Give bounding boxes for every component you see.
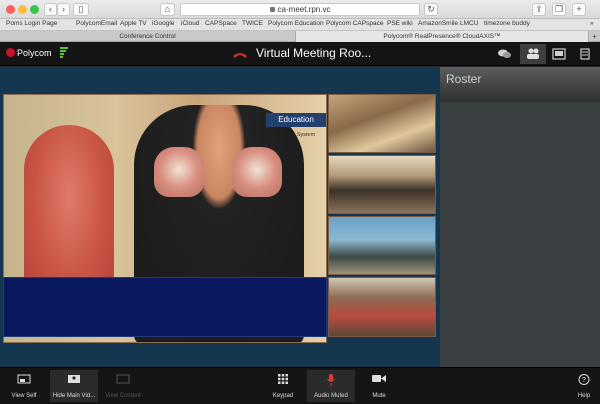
brain-model <box>154 147 204 197</box>
bookmark-item[interactable]: TWICE <box>242 20 263 27</box>
layout-icon[interactable] <box>546 44 572 64</box>
chevron-right-icon: › <box>62 4 65 14</box>
close-window-button[interactable] <box>6 5 15 14</box>
polycom-logo: Polycom <box>6 48 52 58</box>
bookmark-item[interactable]: Poms Login Page <box>6 20 57 27</box>
reload-button[interactable]: ↻ <box>424 3 438 16</box>
view-content-button[interactable]: View Content <box>100 370 146 402</box>
chevron-left-icon: ‹ <box>49 4 52 14</box>
logo-text: Polycom <box>17 48 52 58</box>
roster-header: Roster <box>440 67 600 102</box>
url-text: ca-meet.rpn.vc <box>277 5 331 14</box>
forward-button[interactable]: › <box>57 3 70 16</box>
bookmark-item[interactable]: timezone buddy <box>484 20 530 27</box>
bookmark-item[interactable]: Apple TV <box>120 20 147 27</box>
bookmark-item[interactable]: PSE wiki <box>387 20 413 27</box>
tab-cloudaxis[interactable]: Polycom® RealPresence® CloudAXIS™ <box>296 31 588 42</box>
main-video-icon <box>68 375 80 383</box>
polycom-logo-icon <box>6 48 15 57</box>
roster-icon[interactable] <box>520 44 546 64</box>
help-button[interactable]: ? Help <box>570 370 598 402</box>
new-tab-button[interactable]: + <box>572 3 586 16</box>
settings-icon[interactable] <box>572 44 598 64</box>
microphone-muted-icon <box>327 374 335 386</box>
participant-video[interactable] <box>328 216 436 275</box>
audio-muted-button[interactable]: Audio Muted <box>307 370 355 402</box>
home-button[interactable]: ⌂ <box>160 3 175 16</box>
keypad-label: Keypad <box>272 393 294 399</box>
camera-icon <box>372 375 386 382</box>
bookmark-item[interactable]: Polycom Education <box>268 20 324 27</box>
tabs-overview-button[interactable]: ❐ <box>552 3 566 16</box>
plus-icon: + <box>592 32 597 41</box>
plus-icon: + <box>576 4 582 14</box>
roster-panel: Roster <box>440 67 600 367</box>
mute-label: Mute <box>372 393 386 399</box>
brain-model <box>232 147 282 197</box>
roster-title: Roster <box>446 72 482 86</box>
address-bar[interactable]: ca-meet.rpn.vc <box>180 3 420 16</box>
sidebar-button[interactable]: ▯ <box>73 3 89 16</box>
view-self-label: View Self <box>11 393 37 399</box>
share-icon: ⇪ <box>535 4 543 14</box>
browser-toolbar: ‹ › ▯ ⌂ ca-meet.rpn.vc ↻ ⇪ ❐ + <box>0 0 600 19</box>
tabs-icon: ❐ <box>554 4 564 14</box>
tab-label: Polycom® RealPresence® CloudAXIS™ <box>383 33 501 40</box>
bookmarks-overflow[interactable]: » <box>590 20 594 27</box>
view-self-button[interactable]: View Self <box>2 370 46 402</box>
tab-conference-control[interactable]: Conference Control <box>0 31 296 42</box>
self-view-icon <box>17 374 31 384</box>
sidebar-icon: ▯ <box>78 4 84 14</box>
lock-icon <box>269 7 275 12</box>
svg-text:?: ? <box>582 377 586 384</box>
keypad-icon <box>278 374 288 384</box>
reload-icon: ↻ <box>427 4 435 14</box>
favorites-bar: Poms Login Page PolycomEmail Apple TV iG… <box>0 19 600 31</box>
help-label: Help <box>577 393 591 399</box>
signal-strength-icon <box>60 47 68 61</box>
zoom-window-button[interactable] <box>30 5 39 14</box>
content-icon <box>116 374 130 384</box>
overlay-sign-2: System <box>286 131 326 139</box>
hide-main-video-label: Hide Main Vid... <box>52 393 96 399</box>
bookmark-item[interactable]: Polycom CAPspace <box>326 20 383 27</box>
bookmark-item[interactable]: PolycomEmail <box>76 20 117 27</box>
call-toolbar: View Self Hide Main Vid... View Content … <box>0 367 600 404</box>
bookmark-item[interactable]: LMCU <box>460 20 478 27</box>
audio-muted-label: Audio Muted <box>314 393 348 399</box>
keypad-button[interactable]: Keypad <box>266 370 300 402</box>
add-tab-button[interactable]: + <box>588 31 600 42</box>
participant-video[interactable] <box>328 155 436 214</box>
meeting-title: Virtual Meeting Roo... <box>256 46 372 60</box>
help-icon: ? <box>578 374 590 385</box>
hang-up-icon[interactable] <box>232 51 248 59</box>
tab-bar: Conference Control Polycom® RealPresence… <box>0 31 600 42</box>
bookmark-item[interactable]: iGoogle <box>152 20 174 27</box>
back-button[interactable]: ‹ <box>44 3 57 16</box>
home-icon: ⌂ <box>164 4 171 14</box>
view-content-label: View Content <box>105 393 141 399</box>
tab-label: Conference Control <box>119 33 176 40</box>
bookmark-item[interactable]: AmazonSmile <box>418 20 458 27</box>
mute-video-button[interactable]: Mute <box>362 370 396 402</box>
chat-icon[interactable] <box>492 44 518 64</box>
bookmark-item[interactable]: iCloud <box>181 20 199 27</box>
main-video-lower-band <box>3 277 327 337</box>
bookmark-item[interactable]: CAPSpace <box>205 20 237 27</box>
app-window: ‹ › ▯ ⌂ ca-meet.rpn.vc ↻ ⇪ ❐ + Poms Logi… <box>0 0 600 404</box>
app-header: Polycom Virtual Meeting Roo... <box>0 42 600 66</box>
share-button[interactable]: ⇪ <box>532 3 546 16</box>
overlay-sign-text: Education <box>278 115 314 124</box>
overlay-sign: Education <box>266 113 326 127</box>
overlay-sign-2-text: System <box>296 132 316 138</box>
hide-main-video-button[interactable]: Hide Main Vid... <box>50 370 98 402</box>
minimize-window-button[interactable] <box>18 5 27 14</box>
participant-video[interactable] <box>328 94 436 153</box>
participant-video[interactable] <box>328 277 436 337</box>
